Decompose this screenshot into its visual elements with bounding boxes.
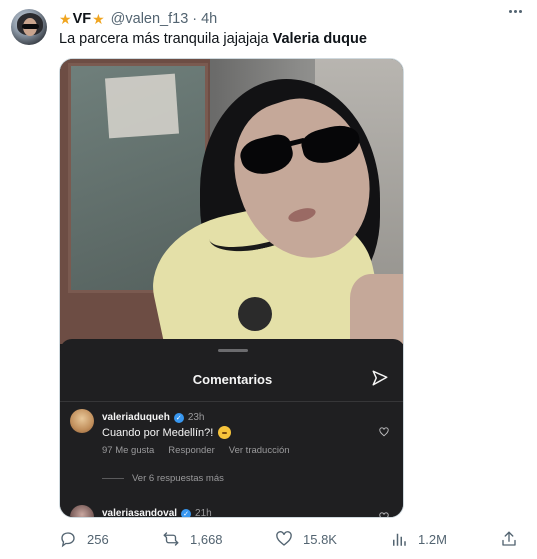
comment-time: 21h	[195, 508, 212, 518]
selfie-photo	[60, 59, 403, 344]
comment-actions: 97 Me gusta Responder Ver traducción	[102, 445, 290, 456]
share-button[interactable]	[500, 530, 518, 548]
comment-user-name[interactable]: valeriaduqueh	[102, 412, 170, 423]
reply-button[interactable]: 256	[59, 530, 109, 548]
star-icon: ★	[92, 11, 105, 27]
tweet-text: La parcera más tranquila jajajaja Valeri…	[59, 31, 367, 47]
tweet-media[interactable]: Comentarios valeriaduqueh ✓ 23h Cuando p…	[59, 58, 404, 518]
comment-username[interactable]: valeriaduqueh ✓ 23h	[102, 412, 205, 423]
comment-likes[interactable]: 97 Me gusta	[102, 445, 154, 456]
verified-icon: ✓	[173, 412, 184, 423]
comment-time: 23h	[187, 412, 205, 423]
comment-body: Cuando por Medellín?!	[102, 426, 214, 439]
tweet-actions: 256 1,668 15.8K 1.2M	[59, 530, 521, 550]
views-button[interactable]: 1.2M	[390, 530, 447, 548]
views-icon	[393, 533, 406, 546]
translate-link[interactable]: Ver traducción	[229, 445, 290, 456]
heart-icon	[276, 531, 292, 546]
view-replies-label[interactable]: Ver 6 respuestas más	[132, 473, 224, 484]
comment-text: Cuando por Medellín?!	[102, 426, 232, 439]
comment-user-name[interactable]: valeriasandoval	[102, 508, 177, 517]
like-count: 15.8K	[303, 531, 337, 547]
author-name[interactable]: VF	[73, 11, 92, 27]
comments-title: Comentarios	[192, 372, 273, 387]
comments-sheet: Comentarios valeriaduqueh ✓ 23h Cuando p…	[60, 339, 403, 518]
tweet-header: ★ VF ★ @valen_f13 · 4h	[59, 10, 217, 28]
more-icon[interactable]	[509, 10, 522, 13]
emoji-icon	[218, 426, 232, 439]
view-replies[interactable]: Ver 6 respuestas más	[102, 473, 224, 484]
comment-username[interactable]: valeriasandoval ✓ 21h	[102, 508, 212, 518]
separator-dot: ·	[192, 11, 198, 27]
tweet[interactable]: ★ VF ★ @valen_f13 · 4h La parcera más tr…	[0, 0, 537, 559]
retweet-count: 1,668	[190, 531, 223, 547]
author-handle[interactable]: @valen_f13	[111, 11, 189, 27]
retweet-icon	[163, 532, 179, 546]
star-icon: ★	[59, 11, 72, 27]
reply-count: 256	[87, 531, 109, 547]
avatar[interactable]	[11, 9, 47, 45]
share-icon	[502, 531, 516, 546]
heart-icon[interactable]	[379, 427, 389, 437]
heart-icon[interactable]	[379, 512, 389, 518]
verified-icon: ✓	[181, 508, 192, 517]
send-icon[interactable]	[371, 369, 389, 387]
reply-link[interactable]: Responder	[168, 445, 214, 456]
comment-avatar[interactable]	[70, 409, 94, 433]
comment-avatar[interactable]	[70, 505, 94, 517]
tweet-text-plain: La parcera más tranquila jajajaja	[59, 31, 273, 47]
drag-handle[interactable]	[218, 349, 248, 352]
tweet-text-bold: Valeria duque	[272, 31, 367, 47]
like-button[interactable]: 15.8K	[275, 530, 337, 548]
reply-icon	[61, 532, 75, 548]
retweet-button[interactable]: 1,668	[162, 530, 223, 548]
timestamp[interactable]: 4h	[201, 11, 217, 27]
divider	[60, 401, 403, 402]
views-count: 1.2M	[418, 531, 447, 547]
